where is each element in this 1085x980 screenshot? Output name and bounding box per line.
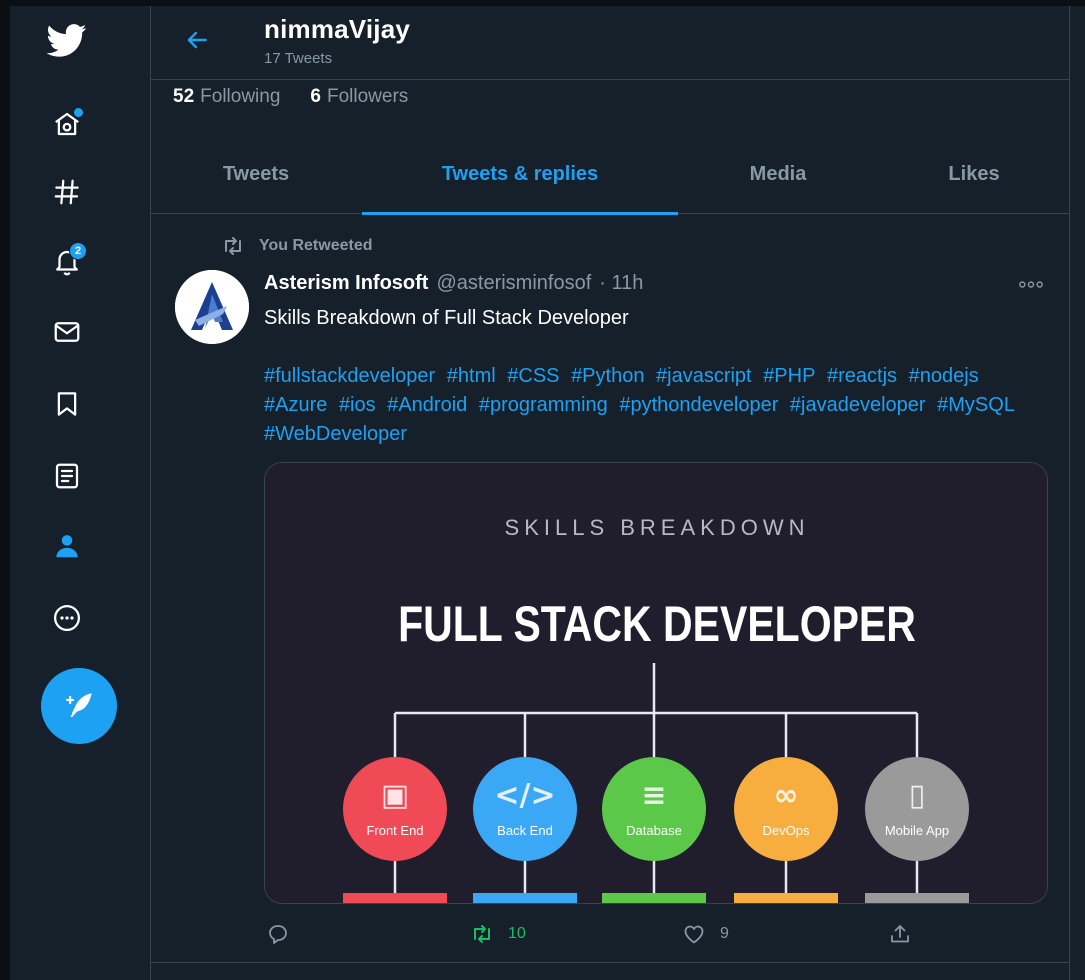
avatar[interactable] bbox=[175, 270, 249, 344]
hashtag-link[interactable]: #javascript bbox=[656, 365, 752, 387]
back-arrow-icon bbox=[187, 31, 207, 49]
tab-media[interactable]: Media bbox=[703, 134, 853, 214]
tweet-hashtags: #fullstackdeveloper #html #CSS #Python #… bbox=[264, 362, 1054, 449]
skill-node-label: DevOps bbox=[763, 823, 810, 838]
like-count: 9 bbox=[720, 925, 729, 942]
skill-node-icon: ▣ bbox=[381, 778, 409, 813]
hashtag-link[interactable]: #javadeveloper bbox=[790, 394, 926, 416]
hashtag-link[interactable]: #WebDeveloper bbox=[264, 423, 407, 445]
skill-node-label: Mobile App bbox=[885, 823, 949, 838]
skill-node-icon: ∞ bbox=[774, 778, 799, 813]
tweet-count: 17 Tweets bbox=[264, 50, 333, 67]
hashtag-link[interactable]: #pythondeveloper bbox=[619, 394, 778, 416]
profile-header: nimmaVijay 17 Tweets bbox=[151, 6, 1069, 80]
reply-bubble-icon bbox=[269, 925, 287, 944]
hashtag-link[interactable]: #html bbox=[447, 365, 496, 387]
more-icon[interactable] bbox=[45, 596, 89, 640]
tweet-more-button[interactable] bbox=[1015, 274, 1047, 294]
tweet-media-image[interactable]: SKILLS BREAKDOWN FULL STACK DEVELOPER ▣ F… bbox=[264, 462, 1048, 904]
back-button[interactable] bbox=[179, 22, 215, 58]
skill-node-label: Front End bbox=[366, 823, 423, 838]
media-title: FULL STACK DEVELOPER bbox=[398, 596, 916, 652]
profile-timeline: nimmaVijay 17 Tweets 52 Following 6 Follow… bbox=[150, 6, 1070, 980]
skill-list-bar bbox=[343, 893, 447, 903]
hashtag-link[interactable]: #Android bbox=[387, 394, 467, 416]
skill-node-label: Back End bbox=[497, 823, 553, 838]
tweet-handle[interactable]: @asterisminfosof bbox=[436, 272, 591, 295]
tweet-text: Skills Breakdown of Full Stack Developer bbox=[264, 307, 629, 329]
tab-tweets[interactable]: Tweets bbox=[181, 134, 331, 214]
retweet-context: You Retweeted bbox=[221, 234, 373, 258]
twitter-logo-icon[interactable] bbox=[45, 18, 89, 62]
following-label: Following bbox=[200, 86, 281, 107]
skill-list-bar bbox=[734, 893, 838, 903]
compose-feather-icon bbox=[66, 693, 92, 718]
hashtag-link[interactable]: #fullstackdeveloper bbox=[264, 365, 435, 387]
hashtag-link[interactable]: #Azure bbox=[264, 394, 327, 416]
hashtag-link[interactable]: #programming bbox=[479, 394, 608, 416]
tweet-author[interactable]: Asterism Infosoft bbox=[264, 272, 428, 295]
share-upload-icon bbox=[891, 925, 909, 943]
retweet-context-label: You Retweeted bbox=[259, 237, 373, 254]
compose-tweet-button[interactable] bbox=[41, 668, 117, 744]
skill-node-icon: ▯ bbox=[909, 778, 926, 813]
share-button[interactable] bbox=[888, 914, 912, 954]
messages-envelope-icon[interactable] bbox=[45, 310, 89, 354]
home-new-dot bbox=[74, 108, 83, 117]
followers-link[interactable]: 6 Followers bbox=[310, 86, 408, 108]
bookmarks-icon[interactable] bbox=[45, 382, 89, 426]
explore-hashtag-icon[interactable] bbox=[45, 170, 89, 214]
tab-likes[interactable]: Likes bbox=[899, 134, 1049, 214]
profile-tabs: Tweets Tweets & replies Media Likes bbox=[151, 134, 1069, 215]
like-button[interactable]: 9 bbox=[682, 914, 729, 954]
hashtag-link[interactable]: #ios bbox=[339, 394, 376, 416]
heart-icon bbox=[684, 925, 704, 944]
profile-icon[interactable] bbox=[45, 524, 89, 568]
tweet-actions: 10 9 bbox=[264, 914, 1044, 954]
tab-label: Likes bbox=[948, 162, 1000, 185]
following-link[interactable]: 52 Following bbox=[173, 86, 280, 108]
tab-tweets-replies[interactable]: Tweets & replies bbox=[362, 134, 678, 215]
lists-icon[interactable] bbox=[45, 454, 89, 498]
tab-label: Tweets & replies bbox=[441, 162, 599, 185]
active-tab-indicator bbox=[362, 212, 678, 215]
skill-list-bar bbox=[602, 893, 706, 903]
sidebar-nav: 2 bbox=[10, 6, 150, 980]
followers-count: 6 bbox=[310, 86, 321, 107]
window-frame-left bbox=[0, 0, 10, 980]
tab-label: Tweets bbox=[222, 162, 290, 185]
tweet-header: Asterism Infosoft @asterisminfosof · 11h bbox=[264, 272, 643, 295]
media-subtitle: SKILLS BREAKDOWN bbox=[505, 515, 810, 540]
retweet-icon bbox=[225, 237, 241, 255]
scrollbar[interactable] bbox=[1071, 6, 1085, 980]
skill-node-icon: </> bbox=[494, 778, 555, 813]
notifications-bell-icon[interactable]: 2 bbox=[45, 240, 89, 284]
following-count: 52 bbox=[173, 86, 195, 107]
hashtag-link[interactable]: #MySQL bbox=[937, 394, 1015, 416]
hashtag-link[interactable]: #nodejs bbox=[909, 365, 979, 387]
retweet-count: 10 bbox=[508, 925, 526, 942]
hashtag-link[interactable]: #CSS bbox=[507, 365, 559, 387]
asterism-logo-icon bbox=[175, 270, 249, 344]
home-icon[interactable] bbox=[45, 102, 89, 146]
skill-list-bar bbox=[473, 893, 577, 903]
hashtag-link[interactable]: #Python bbox=[571, 365, 644, 387]
ellipsis-icon bbox=[1019, 280, 1043, 288]
hashtag-link[interactable]: #reactjs bbox=[827, 365, 897, 387]
skill-node-icon: ≡ bbox=[641, 778, 666, 813]
skills-breakdown-graphic: SKILLS BREAKDOWN FULL STACK DEVELOPER ▣ F… bbox=[265, 463, 1047, 903]
skill-node-label: Database bbox=[626, 823, 682, 838]
retweet-icon bbox=[474, 925, 490, 943]
tweet-time[interactable]: · 11h bbox=[599, 272, 643, 295]
reply-button[interactable] bbox=[266, 914, 290, 954]
profile-name: nimmaVijay bbox=[264, 14, 411, 44]
hashtag-link[interactable]: #PHP bbox=[763, 365, 815, 387]
skill-list-bar bbox=[865, 893, 969, 903]
tweet-divider bbox=[151, 962, 1069, 963]
retweet-button[interactable]: 10 bbox=[470, 914, 526, 954]
tab-label: Media bbox=[749, 162, 807, 185]
notification-count-badge: 2 bbox=[69, 242, 87, 260]
follow-stats: 52 Following 6 Followers bbox=[173, 86, 408, 108]
followers-label: Followers bbox=[326, 86, 409, 107]
